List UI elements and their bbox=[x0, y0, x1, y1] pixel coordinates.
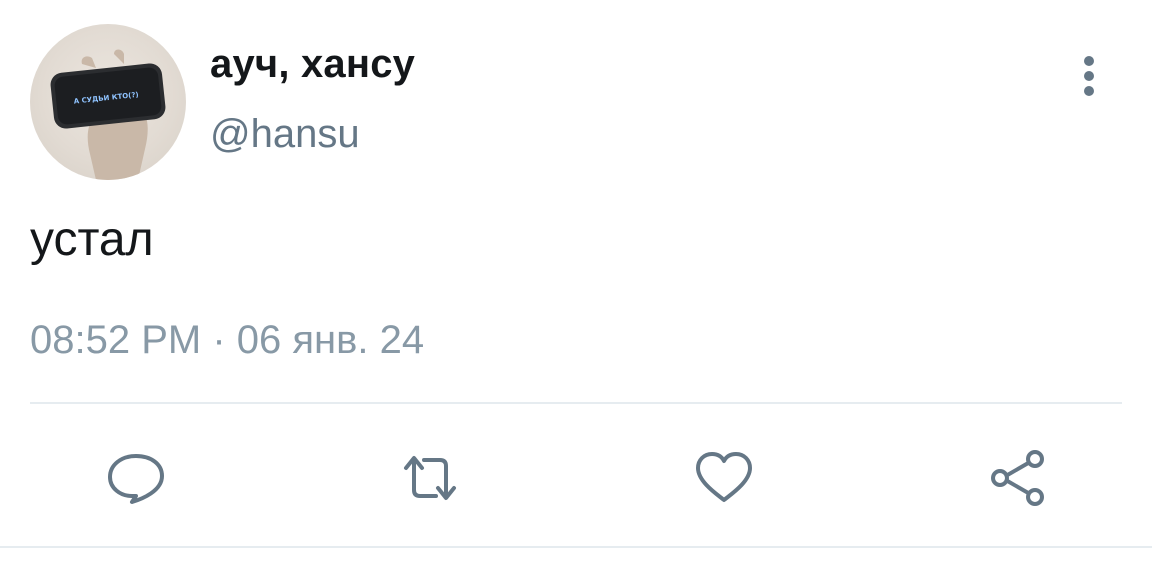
author-display-name[interactable]: ауч, хансу bbox=[210, 42, 415, 87]
more-options-button[interactable] bbox=[1072, 50, 1108, 102]
tweet-text: устал bbox=[30, 213, 154, 266]
avatar[interactable]: А СУДЬИ КТО(?) bbox=[30, 24, 186, 180]
retweet-button[interactable] bbox=[398, 446, 462, 510]
more-dot-icon bbox=[1084, 86, 1094, 96]
avatar-image: А СУДЬИ КТО(?) bbox=[50, 49, 166, 180]
reply-button[interactable] bbox=[104, 446, 168, 510]
share-button[interactable] bbox=[986, 446, 1050, 510]
retweet-icon bbox=[404, 456, 456, 500]
author-handle[interactable]: @hansu bbox=[210, 112, 360, 157]
tweet-timestamp[interactable]: 08:52 PM · 06 янв. 24 bbox=[30, 318, 424, 363]
more-dot-icon bbox=[1084, 56, 1094, 66]
reply-icon bbox=[108, 454, 164, 504]
like-icon bbox=[696, 452, 752, 502]
like-button[interactable] bbox=[692, 446, 756, 510]
divider bbox=[30, 402, 1122, 404]
more-dot-icon bbox=[1084, 71, 1094, 81]
share-icon bbox=[991, 450, 1044, 506]
bottom-divider bbox=[0, 546, 1152, 548]
